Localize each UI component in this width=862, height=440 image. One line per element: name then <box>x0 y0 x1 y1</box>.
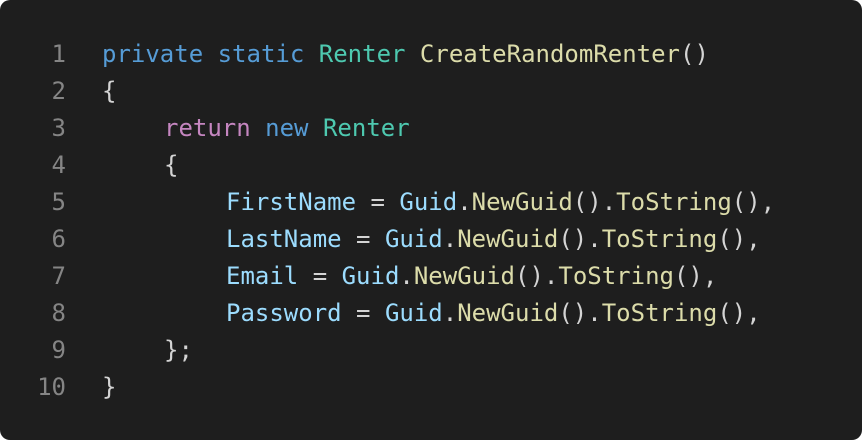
type-token: Renter <box>322 114 410 142</box>
property-token: LastName <box>226 225 342 253</box>
line-code: return new Renter <box>66 110 410 147</box>
line-code: LastName = Guid.NewGuid().ToString(), <box>66 221 761 258</box>
identifier-token: Guid <box>399 188 458 216</box>
code-line-10: 10 } <box>0 369 862 406</box>
identifier-token: Guid <box>384 299 443 327</box>
keyword-token: static <box>217 40 305 68</box>
operator-token: = <box>298 262 342 290</box>
line-number: 7 <box>51 262 66 290</box>
punctuation-token: { <box>164 151 179 179</box>
method-name-token: NewGuid <box>457 299 559 327</box>
identifier-token: Guid <box>384 225 443 253</box>
punctuation-token: (), <box>731 188 776 216</box>
punctuation-token: (). <box>572 188 617 216</box>
line-code: Email = Guid.NewGuid().ToString(), <box>66 258 717 295</box>
method-name-token: NewGuid <box>457 225 559 253</box>
method-name-token: ToString <box>601 299 718 327</box>
code-line-7: 7 Email = Guid.NewGuid().ToString(), <box>0 258 862 295</box>
operator-token: = <box>341 225 385 253</box>
property-token: Email <box>226 262 299 290</box>
punctuation-token: (), <box>717 299 761 327</box>
line-number: 8 <box>51 299 66 327</box>
line-code: { <box>66 147 178 184</box>
punctuation-token: }; <box>164 336 193 364</box>
code-line-6: 6 LastName = Guid.NewGuid().ToString(), <box>0 221 862 258</box>
code-line-2: 2 { <box>0 73 862 110</box>
line-code: private static Renter CreateRandomRenter… <box>66 36 709 73</box>
code-line-3: 3 return new Renter <box>0 110 862 147</box>
line-number: 1 <box>51 40 66 68</box>
method-name-token: CreateRandomRenter <box>419 40 681 68</box>
property-token: FirstName <box>226 188 357 216</box>
punctuation-token: { <box>102 77 117 105</box>
line-number: 9 <box>51 336 66 364</box>
punctuation-token: . <box>442 225 458 253</box>
control-keyword-token: return <box>164 114 251 142</box>
line-number: 6 <box>51 225 66 253</box>
code-line-4: 4 { <box>0 147 862 184</box>
keyword-token: private <box>102 40 204 68</box>
keyword-token: new <box>265 114 309 142</box>
line-number: 10 <box>37 373 66 401</box>
method-name-token: ToString <box>616 188 732 216</box>
identifier-token: Guid <box>341 262 400 290</box>
method-name-token: ToString <box>601 225 718 253</box>
line-number: 2 <box>51 77 66 105</box>
line-code: } <box>66 369 116 406</box>
code-line-5: 5 FirstName = Guid.NewGuid().ToString(), <box>0 184 862 221</box>
method-name-token: ToString <box>558 262 674 290</box>
code-line-9: 9 }; <box>0 332 862 369</box>
line-code: { <box>66 73 116 110</box>
line-number: 5 <box>51 188 66 216</box>
punctuation-token: (). <box>558 225 602 253</box>
property-token: Password <box>226 299 342 327</box>
punctuation-token: . <box>399 262 414 290</box>
method-name-token: NewGuid <box>471 188 573 216</box>
punctuation-token: (). <box>515 262 559 290</box>
code-editor: 1 private static Renter CreateRandomRent… <box>0 0 862 440</box>
punctuation-token: . <box>457 188 472 216</box>
code-line-1: 1 private static Renter CreateRandomRent… <box>0 36 862 73</box>
line-code: FirstName = Guid.NewGuid().ToString(), <box>66 184 775 221</box>
line-code: Password = Guid.NewGuid().ToString(), <box>66 295 761 332</box>
punctuation-token: () <box>680 40 709 68</box>
punctuation-token: } <box>102 373 117 401</box>
operator-token: = <box>356 188 400 216</box>
punctuation-token: (), <box>673 262 718 290</box>
line-number: 3 <box>51 114 66 142</box>
type-token: Renter <box>318 40 406 68</box>
line-number: 4 <box>51 151 66 179</box>
method-name-token: NewGuid <box>413 262 516 290</box>
punctuation-token: (), <box>717 225 761 253</box>
operator-token: = <box>341 299 385 327</box>
punctuation-token: . <box>442 299 458 327</box>
code-line-8: 8 Password = Guid.NewGuid().ToString(), <box>0 295 862 332</box>
punctuation-token: (). <box>558 299 602 327</box>
line-code: }; <box>66 332 193 369</box>
